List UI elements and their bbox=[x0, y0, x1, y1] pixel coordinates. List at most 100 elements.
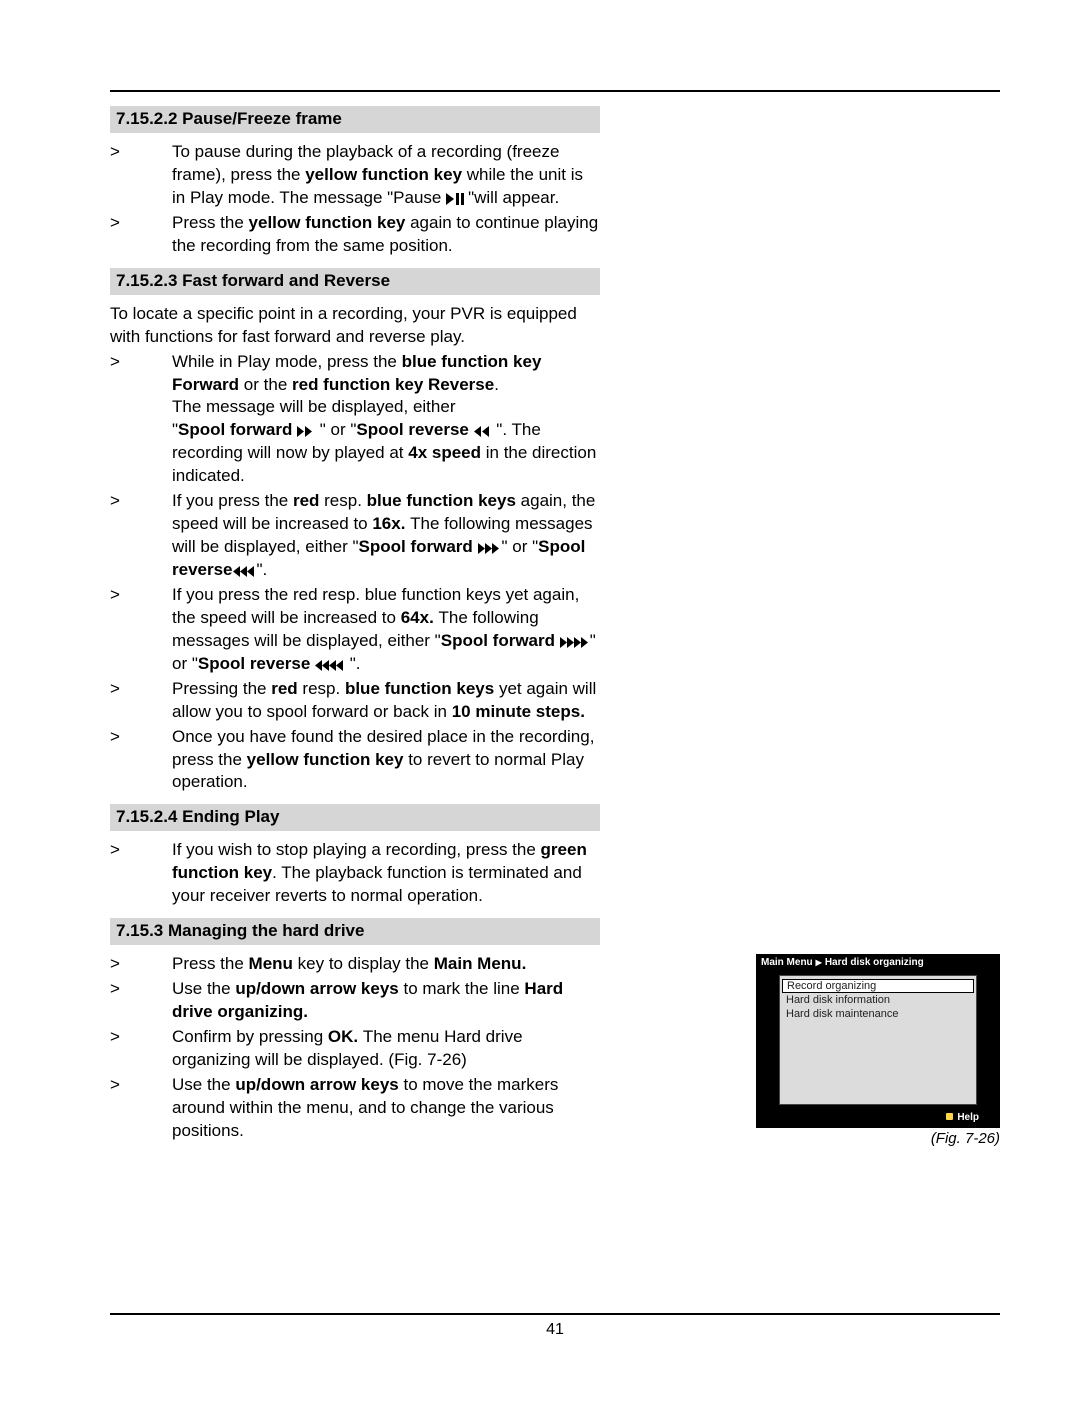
text: ". bbox=[345, 654, 360, 673]
list-body: If you press the red resp. blue function… bbox=[172, 584, 600, 676]
ff-list: > While in Play mode, press the blue fun… bbox=[110, 351, 600, 795]
text: " or " bbox=[502, 537, 539, 556]
breadcrumb-part: Hard disk organizing bbox=[825, 957, 924, 968]
figure-menu-item: Hard disk information bbox=[780, 993, 976, 1007]
list-marker: > bbox=[110, 726, 172, 795]
manage-list: > Press the Menu key to display the Main… bbox=[110, 953, 600, 1143]
list-marker: > bbox=[110, 141, 172, 210]
text-bold: Main Menu. bbox=[434, 954, 527, 973]
list-body: If you wish to stop playing a recording,… bbox=[172, 839, 600, 908]
text-bold: red function key Reverse bbox=[292, 375, 494, 394]
list-item: > Use the up/down arrow keys to mark the… bbox=[110, 978, 600, 1024]
list-marker: > bbox=[110, 978, 172, 1024]
list-item: > Once you have found the desired place … bbox=[110, 726, 600, 795]
list-marker: > bbox=[110, 212, 172, 258]
list-marker: > bbox=[110, 839, 172, 908]
text-bold: yellow function key bbox=[249, 213, 411, 232]
text: ". bbox=[257, 560, 268, 579]
text-bold: yellow function key bbox=[247, 750, 409, 769]
text: Press the bbox=[172, 954, 249, 973]
text-bold: red bbox=[293, 491, 324, 510]
list-item: > If you wish to stop playing a recordin… bbox=[110, 839, 600, 908]
list-marker: > bbox=[110, 953, 172, 976]
text-bold: 64x. bbox=[401, 608, 439, 627]
list-item: > Press the yellow function key again to… bbox=[110, 212, 600, 258]
bottom-rule bbox=[110, 1313, 1000, 1315]
top-rule bbox=[110, 90, 1000, 92]
heading-pause-freeze: 7.15.2.2 Pause/Freeze frame bbox=[110, 106, 600, 133]
help-text: Help bbox=[957, 1112, 979, 1123]
text-bold: up/down arrow keys bbox=[235, 1075, 403, 1094]
text: If you press the bbox=[172, 491, 293, 510]
page-footer: 41 bbox=[110, 1313, 1000, 1339]
text-bold: up/down arrow keys bbox=[235, 979, 403, 998]
text: "will appear. bbox=[468, 188, 559, 207]
heading-fast-forward-reverse: 7.15.2.3 Fast forward and Reverse bbox=[110, 268, 600, 295]
list-item: > While in Play mode, press the blue fun… bbox=[110, 351, 600, 489]
fast-forward-4-icon bbox=[560, 637, 590, 648]
list-marker: > bbox=[110, 351, 172, 489]
page-number: 41 bbox=[110, 1321, 1000, 1339]
text: . bbox=[494, 375, 499, 394]
list-item: > If you press the red resp. blue functi… bbox=[110, 584, 600, 676]
rewind-3-icon bbox=[233, 566, 257, 577]
ff-intro: To locate a specific point in a recordin… bbox=[110, 303, 600, 349]
list-body: Use the up/down arrow keys to mark the l… bbox=[172, 978, 600, 1024]
list-item: > Confirm by pressing OK. The menu Hard … bbox=[110, 1026, 600, 1072]
text-bold: red bbox=[271, 679, 302, 698]
list-marker: > bbox=[110, 678, 172, 724]
figure-menu-item: Hard disk maintenance bbox=[780, 1007, 976, 1021]
list-body: Confirm by pressing OK. The menu Hard dr… bbox=[172, 1026, 600, 1072]
end-list: > If you wish to stop playing a recordin… bbox=[110, 839, 600, 908]
text: Pressing the bbox=[172, 679, 271, 698]
text: Use the bbox=[172, 979, 235, 998]
list-marker: > bbox=[110, 490, 172, 582]
list-marker: > bbox=[110, 1074, 172, 1143]
text-bold: Spool forward bbox=[359, 537, 478, 556]
figure-menu-item-selected: Record organizing bbox=[782, 979, 974, 993]
left-column: 7.15.2.2 Pause/Freeze frame > To pause d… bbox=[110, 106, 600, 1145]
manual-page: 7.15.2.2 Pause/Freeze frame > To pause d… bbox=[0, 0, 1080, 1417]
list-marker: > bbox=[110, 1026, 172, 1072]
text-bold: 10 minute steps. bbox=[452, 702, 585, 721]
list-item: > Pressing the red resp. blue function k… bbox=[110, 678, 600, 724]
text: Press the bbox=[172, 213, 249, 232]
text: resp. bbox=[324, 491, 367, 510]
list-body: Use the up/down arrow keys to move the m… bbox=[172, 1074, 600, 1143]
text: resp. bbox=[302, 679, 345, 698]
text-bold: Spool reverse bbox=[198, 654, 315, 673]
figure-7-26: Main Menu▶Hard disk organizing Record or… bbox=[756, 954, 1000, 1147]
list-body: Once you have found the desired place in… bbox=[172, 726, 600, 795]
help-led-icon bbox=[946, 1113, 953, 1120]
text: While in Play mode, press the bbox=[172, 352, 402, 371]
text: or the bbox=[244, 375, 292, 394]
figure-caption: (Fig. 7-26) bbox=[756, 1130, 1000, 1147]
right-column: Main Menu▶Hard disk organizing Record or… bbox=[628, 106, 1000, 1145]
figure-help-label: Help bbox=[946, 1112, 979, 1123]
text-bold: 4x speed bbox=[408, 443, 486, 462]
list-body: To pause during the playback of a record… bbox=[172, 141, 600, 210]
text: key to display the bbox=[298, 954, 434, 973]
breadcrumb-sep-icon: ▶ bbox=[816, 958, 822, 967]
text-bold: Spool forward bbox=[441, 631, 560, 650]
figure-screen: Main Menu▶Hard disk organizing Record or… bbox=[756, 954, 1000, 1128]
text: " or " bbox=[315, 420, 356, 439]
list-item: > To pause during the playback of a reco… bbox=[110, 141, 600, 210]
list-marker: > bbox=[110, 584, 172, 676]
text: The message will be displayed, either bbox=[172, 397, 455, 416]
fast-forward-3-icon bbox=[478, 543, 502, 554]
list-body: Pressing the red resp. blue function key… bbox=[172, 678, 600, 724]
list-body: While in Play mode, press the blue funct… bbox=[172, 351, 600, 489]
pause-list: > To pause during the playback of a reco… bbox=[110, 141, 600, 258]
text: Confirm by pressing bbox=[172, 1027, 328, 1046]
list-item: > Use the up/down arrow keys to move the… bbox=[110, 1074, 600, 1143]
rewind-icon bbox=[474, 426, 492, 437]
text-bold: 16x. bbox=[372, 514, 410, 533]
list-body: Press the Menu key to display the Main M… bbox=[172, 953, 600, 976]
text: If you wish to stop playing a recording,… bbox=[172, 840, 541, 859]
list-item: > Press the Menu key to display the Main… bbox=[110, 953, 600, 976]
text-bold: OK. bbox=[328, 1027, 363, 1046]
rewind-4-icon bbox=[315, 660, 345, 671]
play-pause-icon bbox=[446, 193, 468, 205]
text-bold: Spool reverse bbox=[356, 420, 473, 439]
